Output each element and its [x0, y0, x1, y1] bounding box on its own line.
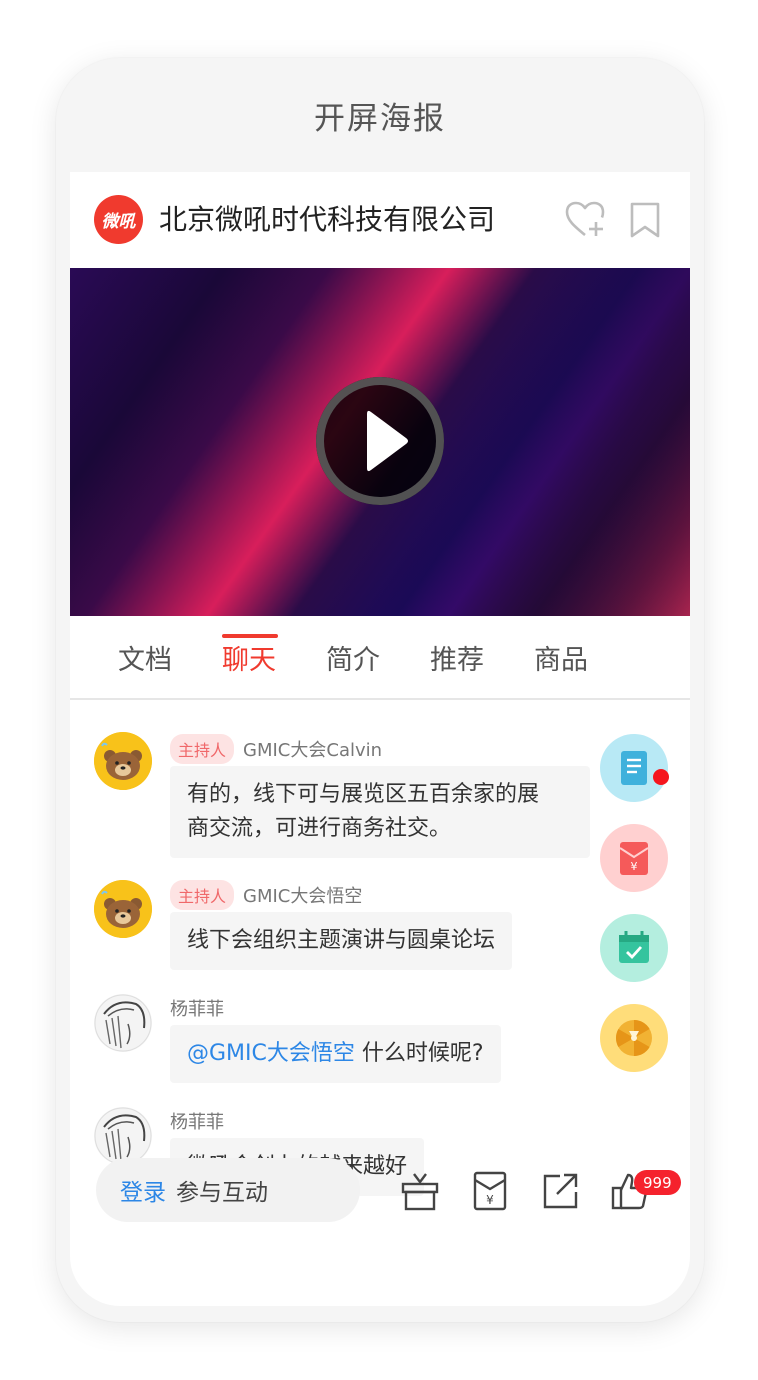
tab-intro[interactable]: 简介	[326, 638, 380, 677]
avatar[interactable]	[94, 880, 152, 938]
sign-in-button[interactable]	[600, 914, 668, 982]
host-badge: 主持人	[170, 880, 235, 910]
message-bubble: 线下会组织主题演讲与圆桌论坛	[170, 912, 513, 970]
message-bubble: @GMIC大会悟空 什么时候呢?	[170, 1025, 501, 1083]
screen: 开屏海报 微吼 北京微吼时代科技有限公司 文档 聊天 简介 推荐 商品 主持人 …	[70, 58, 690, 1306]
red-envelope-icon: ¥	[619, 842, 649, 875]
bookmark-icon[interactable]	[628, 201, 662, 239]
like-count-badge: 999	[634, 1170, 681, 1195]
message-header: 杨菲菲	[170, 1108, 224, 1134]
avatar[interactable]	[94, 1107, 152, 1165]
mention-link[interactable]: @GMIC大会悟空	[187, 1041, 355, 1066]
message-text-line: 商交流，可进行商务社交。	[187, 816, 452, 841]
video-player[interactable]	[70, 268, 690, 616]
red-envelope-button[interactable]: ¥	[600, 824, 668, 892]
avatar[interactable]	[94, 994, 152, 1052]
svg-text:¥: ¥	[486, 1193, 494, 1207]
sender-name: 杨菲菲	[170, 999, 224, 1020]
bottom-bar: 登录 参与互动 ¥ 999	[70, 1158, 690, 1250]
message-bubble: 有的，线下可与展览区五百余家的展 商交流，可进行商务社交。	[170, 766, 590, 858]
tab-documents[interactable]: 文档	[118, 638, 172, 677]
avatar[interactable]	[94, 732, 152, 790]
play-button[interactable]	[316, 377, 444, 505]
share-icon[interactable]	[540, 1170, 580, 1212]
svg-text:¥: ¥	[631, 860, 638, 873]
input-placeholder: 参与互动	[176, 1180, 268, 1206]
document-icon	[621, 751, 647, 785]
sketch-avatar-icon	[94, 994, 152, 1052]
page-title: 开屏海报	[314, 100, 446, 137]
sender-name: GMIC大会悟空	[243, 886, 363, 907]
gift-icon[interactable]	[400, 1170, 440, 1212]
document-button[interactable]	[600, 734, 668, 802]
sender-name: GMIC大会Calvin	[243, 740, 383, 761]
lottery-button[interactable]	[600, 1004, 668, 1072]
sketch-avatar-icon	[94, 1107, 152, 1165]
active-tab-indicator	[222, 634, 278, 638]
follow-heart-icon[interactable]	[564, 200, 606, 240]
bear-avatar-icon	[94, 880, 152, 938]
tab-bar: 文档 聊天 简介 推荐 商品	[70, 616, 690, 700]
calendar-check-icon	[619, 931, 649, 963]
tab-products[interactable]: 商品	[534, 638, 588, 677]
company-name[interactable]: 北京微吼时代科技有限公司	[159, 198, 495, 238]
message-text: 什么时候呢?	[354, 1041, 484, 1066]
login-link[interactable]: 登录	[120, 1173, 166, 1207]
red-packet-icon[interactable]: ¥	[470, 1170, 510, 1212]
tab-recommend[interactable]: 推荐	[430, 638, 484, 677]
phone-frame: 开屏海报 微吼 北京微吼时代科技有限公司 文档 聊天 简介 推荐 商品 主持人 …	[56, 58, 704, 1322]
host-badge: 主持人	[170, 734, 235, 764]
tab-chat[interactable]: 聊天	[222, 638, 276, 677]
message-header: 杨菲菲	[170, 995, 224, 1021]
comment-input[interactable]: 登录 参与互动	[96, 1158, 360, 1222]
notification-dot	[653, 769, 669, 785]
lottery-wheel-icon	[615, 1020, 652, 1056]
channel-header: 微吼 北京微吼时代科技有限公司	[70, 172, 690, 268]
company-logo[interactable]: 微吼	[94, 195, 143, 244]
play-icon	[367, 410, 408, 472]
message-text-line: 有的，线下可与展览区五百余家的展	[187, 782, 540, 807]
sender-name: 杨菲菲	[170, 1112, 224, 1133]
message-header: 主持人 GMIC大会悟空	[170, 880, 362, 910]
message-header: 主持人 GMIC大会Calvin	[170, 734, 382, 764]
bear-avatar-icon	[94, 732, 152, 790]
